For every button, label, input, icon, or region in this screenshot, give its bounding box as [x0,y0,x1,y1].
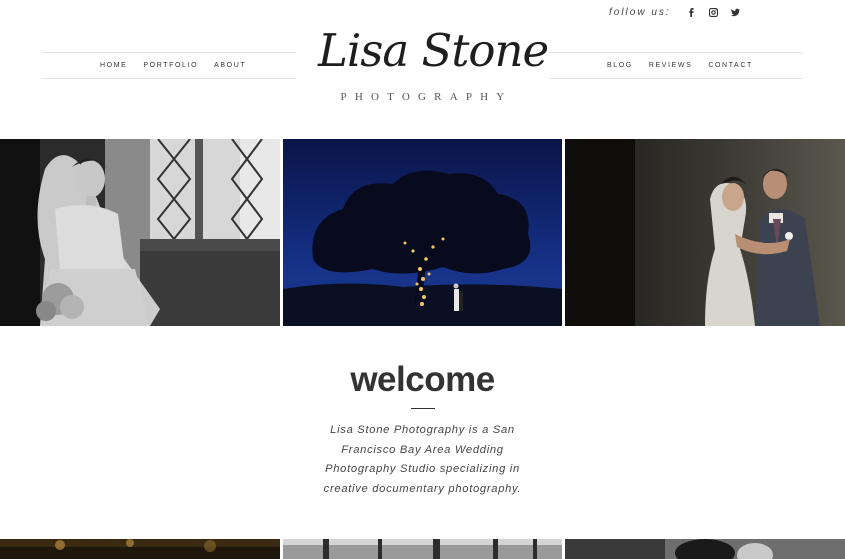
instagram-icon[interactable] [708,6,720,18]
social-bar: follow us: [609,5,742,19]
nav-blog[interactable]: BLOG [607,62,633,69]
primary-nav-left: HOME PORTFOLIO ABOUT [42,52,296,79]
facebook-icon[interactable] [686,6,698,18]
gallery-photo-bw-trees[interactable] [283,539,562,559]
gallery-row-top [0,139,845,326]
welcome-description: Lisa Stone Photography is a San Francisc… [323,424,522,495]
logo-subtitle: PHOTOGRAPHY [340,91,513,103]
nav-portfolio[interactable]: PORTFOLIO [143,62,198,69]
follow-us-label: follow us: [609,6,671,18]
site-logo[interactable]: Lisa Stone PHOTOGRAPHY [310,20,549,112]
twitter-icon[interactable] [730,6,742,18]
nav-home[interactable]: HOME [100,62,127,69]
gallery-photo-oak-tree-night[interactable] [283,139,562,326]
site-header: follow us: HOME PORTFOLIO ABOUT Lisa Sto… [0,0,845,138]
welcome-section: welcome Lisa Stone Photography is a San … [0,358,845,499]
nav-contact[interactable]: CONTACT [708,62,753,69]
gallery-photo-warm[interactable] [0,539,280,559]
nav-about[interactable]: ABOUT [214,62,246,69]
welcome-divider [410,408,435,409]
logo-script-text: Lisa Stone [318,24,549,77]
gallery-photo-bride[interactable] [0,139,280,326]
gallery-photo-portrait[interactable] [565,539,845,559]
welcome-heading: welcome [350,360,495,399]
primary-nav-right: BLOG REVIEWS CONTACT [549,52,803,79]
nav-reviews[interactable]: REVIEWS [649,62,692,69]
gallery-photo-couple-embrace[interactable] [565,139,845,326]
gallery-row-bottom [0,539,845,559]
